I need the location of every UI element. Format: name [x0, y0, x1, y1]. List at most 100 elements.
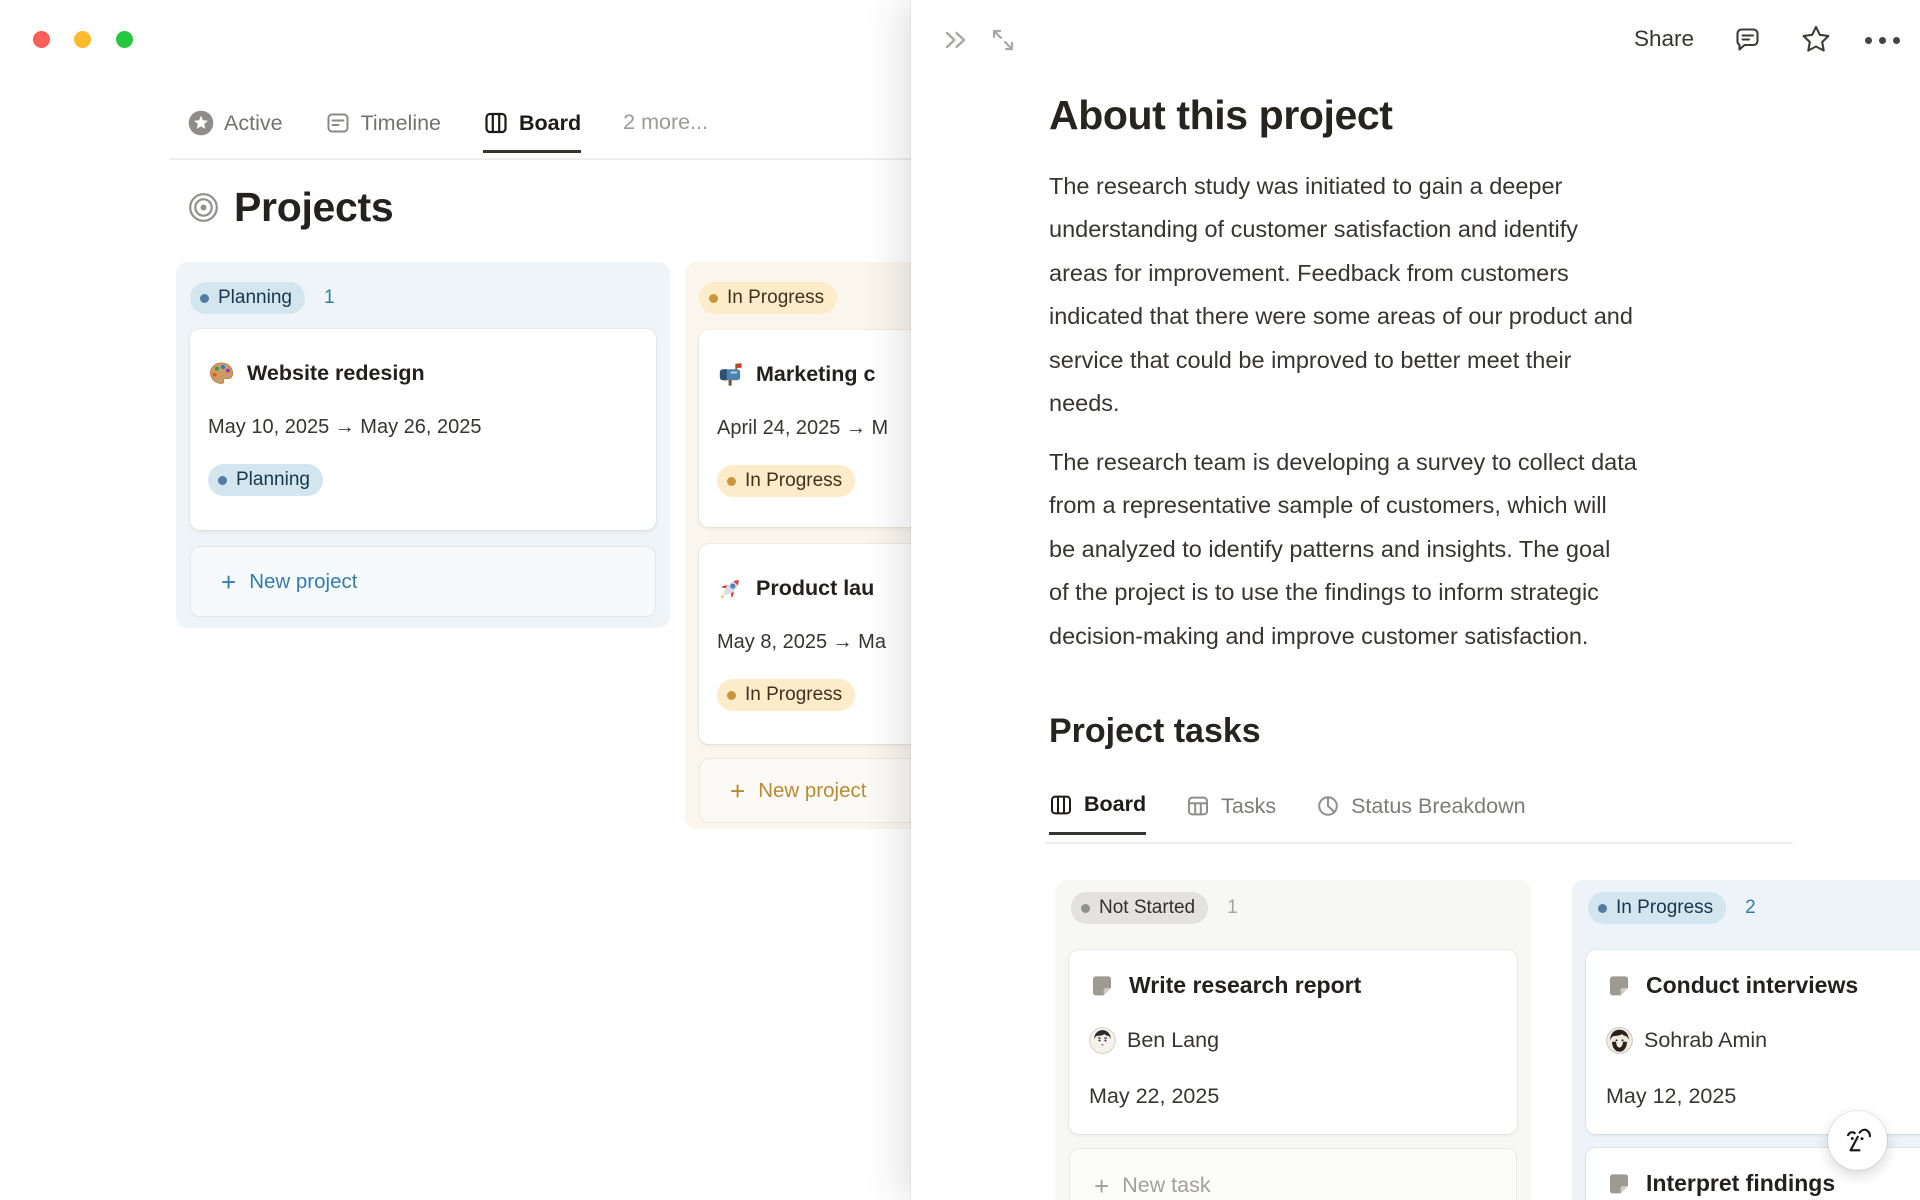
tab-label: Timeline	[360, 110, 442, 135]
column-header-planning: Planning 1	[190, 282, 335, 314]
tab-more[interactable]: 2 more...	[623, 110, 708, 149]
new-task-button[interactable]: + New task	[1069, 1148, 1517, 1200]
tab-label: Status Breakdown	[1351, 793, 1526, 818]
close-window-button[interactable]	[33, 31, 50, 48]
page-title-row: Projects	[188, 184, 394, 231]
assignee-name: Ben Lang	[1127, 1028, 1220, 1052]
page-icon	[1089, 973, 1115, 999]
tabs-divider	[170, 158, 911, 160]
card-title: Marketing c	[756, 362, 876, 386]
board-icon	[1049, 793, 1073, 817]
view-tabs: Active Timeline Board 2 more...	[188, 110, 708, 153]
task-tab-status-breakdown[interactable]: Status Breakdown	[1316, 792, 1526, 835]
card-status-tag: Planning	[208, 464, 323, 496]
card-title-row: Interpret findings	[1606, 1170, 1920, 1197]
card-date: May 22, 2025	[1089, 1084, 1220, 1108]
new-project-button-planning[interactable]: + New project	[190, 546, 656, 617]
column-count: 1	[1227, 897, 1238, 918]
double-chevron-right-icon[interactable]	[941, 25, 971, 55]
page-title[interactable]: Projects	[234, 184, 394, 231]
task-column-header-not-started: Not Started 1	[1071, 892, 1238, 924]
star-icon[interactable]	[1799, 22, 1832, 55]
card-status-tag: In Progress	[717, 465, 856, 497]
tab-board[interactable]: Board	[483, 110, 582, 153]
about-paragraph-1: The research study was initiated to gain…	[1049, 173, 1633, 417]
tasks-heading: Project tasks	[1049, 712, 1261, 750]
assignee-row: Ben Lang	[1089, 1027, 1497, 1054]
status-badge-in-progress[interactable]: In Progress	[1588, 892, 1727, 924]
page-icon	[1606, 973, 1632, 999]
board-icon	[483, 110, 509, 136]
task-tab-tasks[interactable]: Tasks	[1186, 792, 1276, 835]
avatar-sohrab-amin	[1606, 1027, 1633, 1054]
card-title-row: Write research report	[1089, 972, 1497, 999]
project-card-website-redesign[interactable]: Website redesign May 10, 2025 → May 26, …	[190, 329, 656, 530]
status-label: Not Started	[1099, 897, 1196, 918]
status-label: In Progress	[745, 470, 843, 491]
bullseye-icon[interactable]	[188, 192, 219, 223]
status-dot	[1598, 903, 1607, 913]
avatar-ben-lang	[1089, 1027, 1116, 1054]
pie-chart-icon	[1316, 794, 1340, 818]
star-circle-icon	[188, 110, 214, 136]
tab-timeline[interactable]: Timeline	[325, 110, 441, 150]
share-button[interactable]: Share	[1634, 26, 1694, 52]
about-paragraph-2: The research team is developing a survey…	[1049, 449, 1637, 649]
new-project-label: New project	[249, 569, 358, 593]
expand-icon[interactable]	[987, 24, 1018, 55]
comment-icon[interactable]	[1731, 23, 1763, 55]
task-column-header-in-progress: In Progress 2	[1588, 892, 1756, 924]
about-heading: About this project	[1049, 92, 1393, 138]
card-title: Conduct interviews	[1646, 972, 1859, 998]
card-status-tag: In Progress	[717, 679, 856, 711]
status-label: In Progress	[727, 287, 825, 308]
status-badge-not-started[interactable]: Not Started	[1071, 892, 1209, 924]
ellipsis-icon[interactable]	[1864, 36, 1900, 44]
rocket-emoji	[717, 575, 744, 602]
plus-icon: +	[221, 566, 237, 597]
status-badge-in-progress[interactable]: In Progress	[699, 282, 838, 314]
notion-ai-face-button[interactable]	[1828, 1111, 1887, 1170]
zoom-window-button[interactable]	[116, 31, 133, 48]
task-card-conduct-interviews[interactable]: Conduct interviews Sohrab Amin May 12, 2…	[1586, 950, 1920, 1134]
tab-active[interactable]: Active	[188, 110, 283, 150]
status-dot	[1081, 903, 1090, 913]
tab-label: Board	[519, 110, 582, 135]
table-icon	[1186, 794, 1210, 818]
task-tabs-divider	[1045, 842, 1793, 844]
card-date: May 12, 2025	[1606, 1084, 1737, 1108]
column-count: 1	[323, 287, 335, 308]
task-card-write-research-report[interactable]: Write research report Ben Lang May 22, 2…	[1069, 950, 1517, 1134]
side-peek-panel: Share About this project The research st…	[911, 0, 1920, 1200]
card-title: Website redesign	[247, 361, 425, 385]
card-title-row: Conduct interviews	[1606, 972, 1920, 999]
palette-emoji	[208, 360, 235, 387]
card-title: Interpret findings	[1646, 1170, 1836, 1196]
status-label: Planning	[236, 469, 310, 490]
status-badge-planning[interactable]: Planning	[190, 282, 305, 314]
tab-label: Active	[224, 110, 283, 135]
mailbox-emoji	[717, 361, 744, 388]
task-view-tabs: Board Tasks Status Breakdown	[1049, 792, 1526, 835]
status-dot	[727, 476, 736, 486]
status-label: Planning	[218, 287, 292, 308]
new-project-label: New project	[758, 778, 867, 802]
app-window: { "colors": { "blue-bg": "#d3e5ef", "blu…	[0, 0, 1920, 1200]
column-count: 2	[1745, 897, 1756, 918]
status-label: In Progress	[745, 684, 843, 705]
assignee-row: Sohrab Amin	[1606, 1027, 1920, 1054]
new-task-label: New task	[1122, 1173, 1211, 1197]
plus-icon: +	[730, 775, 746, 806]
task-tab-board[interactable]: Board	[1049, 792, 1147, 835]
page-icon	[1606, 1171, 1632, 1197]
tab-label: 2 more...	[623, 110, 708, 134]
column-header-in-progress: In Progress	[699, 282, 838, 314]
status-dot	[709, 293, 718, 303]
assignee-name: Sohrab Amin	[1644, 1028, 1768, 1052]
card-title: Write research report	[1129, 972, 1362, 998]
timeline-icon	[325, 110, 351, 136]
status-label: In Progress	[1616, 897, 1714, 918]
plus-icon: +	[1094, 1170, 1110, 1200]
card-title-row: Website redesign	[208, 360, 638, 387]
minimize-window-button[interactable]	[74, 31, 91, 48]
